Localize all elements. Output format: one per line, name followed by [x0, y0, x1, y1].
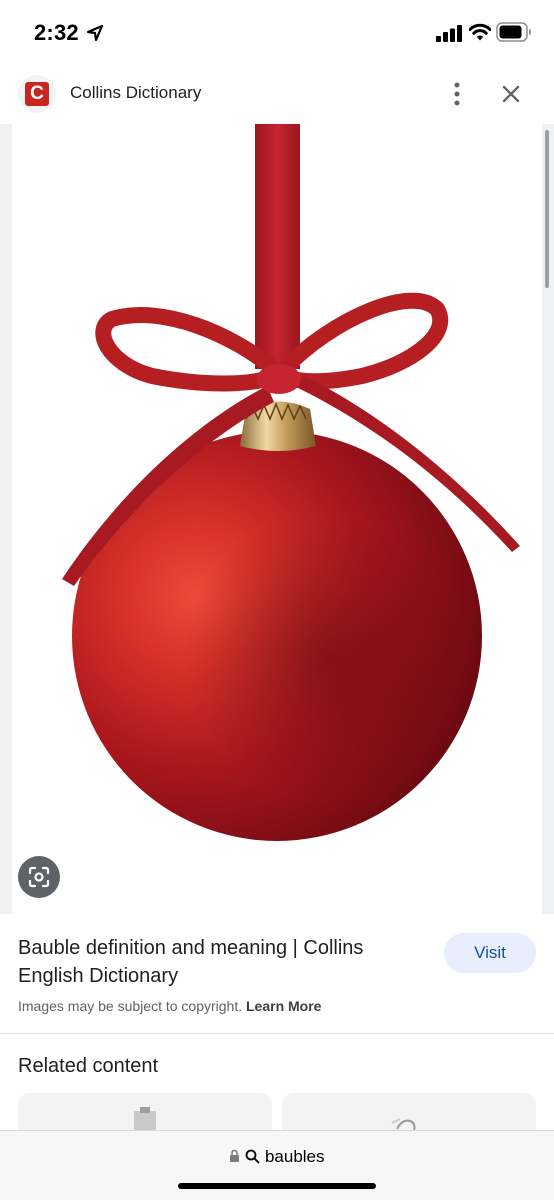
bow-knot: [257, 364, 301, 394]
visit-button[interactable]: Visit: [444, 933, 536, 973]
copyright-text: Images may be subject to copyright.: [18, 998, 243, 1014]
bottom-address-bar[interactable]: baubles: [0, 1130, 554, 1200]
more-vert-icon[interactable]: [446, 80, 468, 108]
lens-icon: [28, 866, 50, 888]
ribbon-strip: [255, 124, 300, 369]
address-row[interactable]: baubles: [0, 1147, 554, 1167]
copyright-notice: Images may be subject to copyright. Lear…: [18, 998, 321, 1014]
close-icon[interactable]: [499, 82, 523, 106]
bow-right-loop: [276, 292, 449, 390]
battery-icon: [496, 22, 531, 42]
learn-more-link[interactable]: Learn More: [246, 998, 321, 1014]
lens-search-button[interactable]: [18, 856, 60, 898]
search-query[interactable]: baubles: [265, 1147, 325, 1166]
image-viewer: [0, 124, 554, 914]
result-info: Bauble definition and meaning | Collins …: [0, 914, 554, 1034]
status-time: 2:32: [34, 20, 79, 45]
image-viewer-header: C Collins Dictionary: [0, 66, 554, 124]
result-title[interactable]: Bauble definition and meaning | Collins …: [18, 934, 418, 990]
bauble-image: [62, 124, 520, 841]
image-frame[interactable]: [12, 124, 542, 914]
status-bar: 2:32: [0, 0, 554, 66]
lock-icon: [230, 1149, 240, 1162]
search-icon: [245, 1149, 260, 1164]
site-favicon[interactable]: C: [18, 75, 56, 113]
bow-left-loop: [95, 307, 282, 392]
site-name[interactable]: Collins Dictionary: [70, 83, 201, 103]
wifi-icon: [469, 23, 491, 41]
location-arrow-icon: [86, 24, 104, 42]
signal-icon: [436, 25, 462, 42]
collins-logo: C: [25, 82, 49, 106]
scrollbar[interactable]: [545, 130, 549, 288]
related-content-heading: Related content: [18, 1055, 159, 1077]
home-indicator[interactable]: [178, 1183, 376, 1189]
